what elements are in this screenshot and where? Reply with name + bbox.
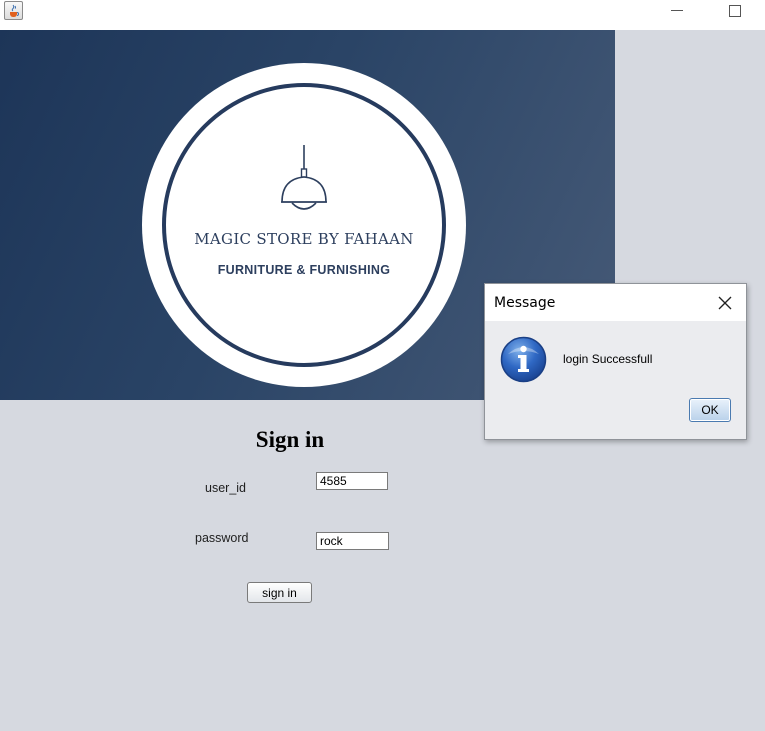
message-dialog: Message login Successfull OK [484,283,747,440]
pendant-lamp-icon [281,145,327,210]
dialog-title: Message [494,295,556,311]
logo-badge-ring [162,83,446,367]
minimize-button[interactable] [664,0,690,22]
dialog-message: login Successfull [563,352,653,366]
password-field[interactable] [316,532,389,550]
user-id-field[interactable] [316,472,388,490]
minimize-icon [671,10,683,11]
user-id-label: user_id [205,481,246,495]
brand-name: MAGIC STORE BY FAHAAN [194,230,414,248]
maximize-button[interactable] [724,0,750,22]
brand-tagline: FURNITURE & FURNISHING [217,263,391,277]
signin-heading: Sign in [255,427,325,452]
ok-button[interactable]: OK [689,398,731,422]
dialog-titlebar[interactable]: Message [485,284,746,321]
sign-in-button[interactable]: sign in [247,582,312,603]
window-titlebar [0,0,765,30]
close-icon [718,296,732,310]
password-label: password [195,531,249,545]
info-icon [500,336,547,383]
dialog-close-button[interactable] [713,291,737,315]
java-cup-icon[interactable] [4,1,23,20]
maximize-icon [729,5,741,17]
